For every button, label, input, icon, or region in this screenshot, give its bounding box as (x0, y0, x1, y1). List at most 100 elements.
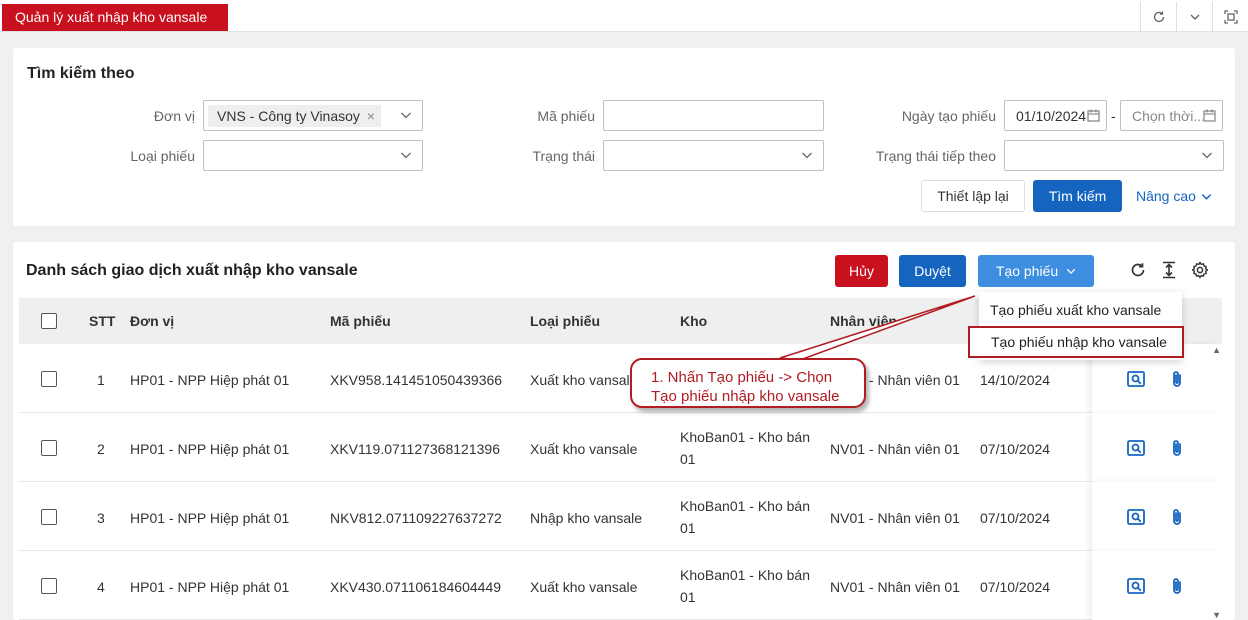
cell-stt: 1 (97, 372, 105, 388)
cell-loai-phieu: Xuất kho vansale (530, 372, 638, 388)
loai-phieu-label: Loại phiếu (130, 148, 195, 164)
tao-phieu-button[interactable]: Tạo phiếu (978, 255, 1094, 287)
chevron-down-icon (1201, 193, 1212, 200)
don-vi-label: Đơn vị (153, 108, 195, 124)
view-detail-icon[interactable] (1126, 438, 1146, 458)
tab-quan-ly-xuat-nhap-kho[interactable]: Quản lý xuất nhập kho vansale (2, 4, 228, 31)
list-title: Danh sách giao dịch xuất nhập kho vansal… (26, 262, 358, 279)
tag-close-icon[interactable]: × (363, 108, 375, 124)
col-ma-phieu: Mã phiếu (330, 313, 391, 329)
table-row[interactable]: 3 HP01 - NPP Hiệp phát 01 NKV812.0711092… (19, 482, 1222, 551)
cell-ma-phieu[interactable]: XKV430.071106184604449 (330, 579, 501, 595)
scroll-down-arrow-icon[interactable]: ▼ (1212, 610, 1221, 620)
select-all-checkbox[interactable] (41, 313, 57, 329)
cell-ngay: 14/10/2024 (980, 372, 1051, 388)
column-height-icon[interactable] (1158, 259, 1180, 281)
attachment-icon[interactable] (1167, 438, 1187, 458)
advanced-toggle[interactable]: Nâng cao (1136, 188, 1212, 204)
view-detail-icon[interactable] (1126, 369, 1146, 389)
refresh-icon[interactable] (1140, 2, 1176, 32)
attachment-icon[interactable] (1167, 576, 1187, 596)
cell-nhan-vien: NV01 - Nhân viên 01 (830, 579, 960, 595)
search-button[interactable]: Tìm kiếm (1033, 180, 1122, 212)
search-panel: Tìm kiếm theo Đơn vị VNS - Công ty Vinas… (13, 48, 1235, 226)
don-vi-tag: VNS - Công ty Vinasoy × (208, 105, 381, 127)
cell-ma-phieu[interactable]: XKV958.141451050439366 (330, 372, 502, 388)
trang-thai-tiep-theo-label: Trạng thái tiếp theo (875, 148, 996, 164)
menu-item-tao-phieu-xuat[interactable]: Tạo phiếu xuất kho vansale (979, 294, 1182, 326)
calendar-icon (1087, 109, 1100, 122)
callout-line-1: 1. Nhấn Tạo phiếu -> Chọn (651, 369, 833, 386)
ngay-den-input[interactable]: Chọn thời... (1120, 100, 1223, 131)
tao-phieu-dropdown: Tạo phiếu xuất kho vansale Tạo phiếu nhậ… (968, 292, 1184, 360)
scroll-up-arrow-icon[interactable]: ▲ (1212, 345, 1221, 355)
callout-line-2: Tạo phiếu nhập kho vansale (651, 388, 840, 405)
row-actions (1092, 551, 1222, 620)
cell-stt: 2 (97, 441, 105, 457)
cell-kho: KhoBan01 - Kho bán 01 (680, 564, 820, 608)
calendar-icon (1203, 109, 1216, 122)
cell-kho-line2: 01 (680, 520, 696, 536)
col-kho: Kho (680, 313, 708, 329)
cell-loai-phieu: Xuất kho vansale (530, 441, 638, 457)
fullscreen-icon[interactable] (1212, 2, 1248, 32)
top-bar-tools (1140, 2, 1248, 32)
table-row[interactable]: 2 HP01 - NPP Hiệp phát 01 XKV119.0711273… (19, 413, 1222, 482)
col-stt: STT (89, 313, 116, 329)
date-range-dash: - (1111, 108, 1116, 124)
cell-ngay: 07/10/2024 (980, 441, 1051, 457)
cell-don-vi: HP01 - NPP Hiệp phát 01 (130, 441, 290, 457)
chevron-down-icon (401, 152, 411, 159)
ngay-tu-input[interactable]: 01/10/2024 (1004, 100, 1107, 131)
col-nhan-vien: Nhân viên (830, 313, 897, 329)
row-checkbox[interactable] (41, 509, 57, 525)
view-detail-icon[interactable] (1126, 576, 1146, 596)
table-row[interactable]: 4 HP01 - NPP Hiệp phát 01 XKV430.0711061… (19, 551, 1222, 620)
tao-phieu-label: Tạo phiếu (995, 263, 1059, 279)
cell-loai-phieu: Nhập kho vansale (530, 510, 643, 526)
trang-thai-label: Trạng thái (532, 148, 595, 164)
cell-kho: KhoBan01 - Kho bán 01 (680, 495, 820, 539)
huy-button[interactable]: Hủy (835, 255, 888, 287)
row-checkbox[interactable] (41, 440, 57, 456)
refresh-icon[interactable] (1127, 259, 1149, 281)
cell-loai-phieu: Xuất kho vansale (530, 579, 638, 595)
col-loai-phieu: Loại phiếu (530, 313, 600, 329)
ma-phieu-input[interactable] (603, 100, 824, 131)
cell-don-vi: HP01 - NPP Hiệp phát 01 (130, 510, 290, 526)
cell-don-vi: HP01 - NPP Hiệp phát 01 (130, 579, 290, 595)
attachment-icon[interactable] (1167, 369, 1187, 389)
don-vi-select[interactable]: VNS - Công ty Vinasoy × (203, 100, 423, 131)
ngay-tu-value: 01/10/2024 (1016, 108, 1087, 124)
cell-stt: 4 (97, 579, 105, 595)
cell-kho-line1: KhoBan01 - Kho bán (680, 429, 810, 445)
duyet-button[interactable]: Duyệt (899, 255, 966, 287)
ma-phieu-label: Mã phiếu (537, 108, 595, 124)
attachment-icon[interactable] (1167, 507, 1187, 527)
cell-ma-phieu[interactable]: NKV812.071109227637272 (330, 510, 502, 526)
cell-kho-line2: 01 (680, 451, 696, 467)
view-detail-icon[interactable] (1126, 507, 1146, 527)
cell-stt: 3 (97, 510, 105, 526)
trang-thai-select[interactable] (603, 140, 824, 171)
trang-thai-tiep-theo-select[interactable] (1004, 140, 1224, 171)
row-checkbox[interactable] (41, 578, 57, 594)
cell-don-vi: HP01 - NPP Hiệp phát 01 (130, 372, 290, 388)
cell-kho-line1: KhoBan01 - Kho bán (680, 567, 810, 583)
chevron-down-icon[interactable] (1176, 2, 1212, 32)
chevron-down-icon (1066, 268, 1076, 275)
cell-ngay: 07/10/2024 (980, 510, 1051, 526)
menu-item-tao-phieu-nhap[interactable]: Tạo phiếu nhập kho vansale (968, 326, 1184, 358)
row-checkbox[interactable] (41, 371, 57, 387)
search-title: Tìm kiếm theo (27, 65, 135, 82)
settings-gear-icon[interactable] (1189, 259, 1211, 281)
don-vi-tag-label: VNS - Công ty Vinasoy (217, 108, 360, 124)
cell-kho: KhoBan01 - Kho bán 01 (680, 426, 820, 470)
chevron-down-icon (1202, 152, 1212, 159)
cell-ma-phieu[interactable]: XKV119.071127368121396 (330, 441, 500, 457)
reset-button[interactable]: Thiết lập lại (921, 180, 1025, 212)
chevron-down-icon (802, 152, 812, 159)
loai-phieu-select[interactable] (203, 140, 423, 171)
cell-kho-line1: KhoBan01 - Kho bán (680, 498, 810, 514)
cell-ngay: 07/10/2024 (980, 579, 1051, 595)
